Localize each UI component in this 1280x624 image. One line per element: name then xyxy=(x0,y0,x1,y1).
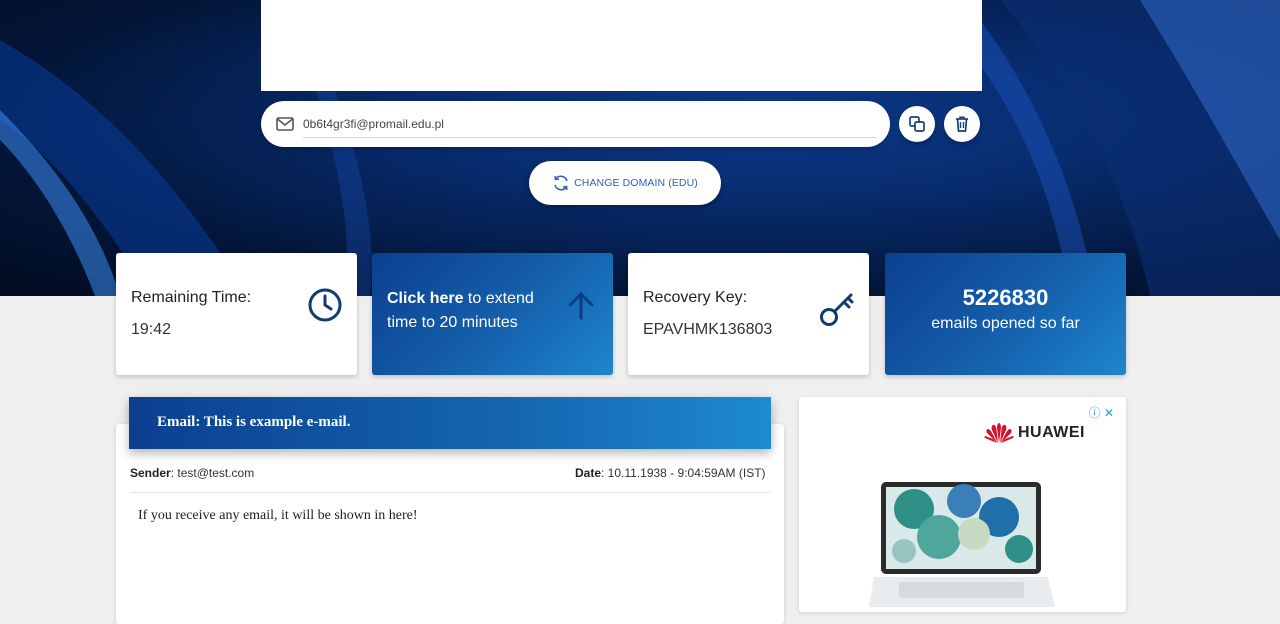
sender-label: Sender xyxy=(130,466,171,480)
extend-time-bold[interactable]: Click here xyxy=(387,290,463,307)
date-value: : 10.11.1938 - 9:04:59AM (IST) xyxy=(601,466,766,480)
recovery-key-card: Recovery Key: EPAVHMK136803 xyxy=(628,253,869,375)
email-subject-header: Email: This is example e-mail. xyxy=(129,397,771,449)
extend-time-card[interactable]: Click here to extend time to 20 minutes xyxy=(372,253,613,375)
huawei-logo-icon xyxy=(984,423,1014,443)
emails-opened-label: emails opened so far xyxy=(931,315,1080,332)
email-subject: Email: This is example e-mail. xyxy=(157,414,351,430)
sender-value: : test@test.com xyxy=(170,466,255,480)
recovery-key-label: Recovery Key: xyxy=(643,289,748,306)
ad-choices-close[interactable]: ⓘ ✕ xyxy=(1089,404,1114,421)
email-viewer-panel xyxy=(116,424,784,624)
email-date: Date: 10.11.1938 - 9:04:59AM (IST) xyxy=(575,466,766,480)
mail-icon xyxy=(276,117,294,131)
email-address-text[interactable]: 0b6t4gr3fi@promail.edu.pl xyxy=(303,117,444,131)
ad-brand: HUAWEI xyxy=(984,422,1085,444)
email-field-underline xyxy=(303,137,876,138)
delete-button[interactable] xyxy=(944,106,980,142)
email-sender: Sender: test@test.com xyxy=(130,466,254,480)
remaining-time-value: 19:42 xyxy=(131,321,172,338)
tablet-product-image xyxy=(869,482,1055,607)
advertisement[interactable]: ⓘ ✕ HUAWEI xyxy=(799,397,1126,612)
email-meta-divider xyxy=(130,492,771,493)
recovery-key-value[interactable]: EPAVHMK136803 xyxy=(643,321,772,339)
remaining-time-card: Remaining Time: 19:42 xyxy=(116,253,357,375)
copy-button[interactable] xyxy=(899,106,935,142)
emails-opened-count: 5226830 xyxy=(962,285,1049,310)
emails-opened-card: 5226830 emails opened so far xyxy=(885,253,1126,375)
key-icon xyxy=(820,293,854,326)
remaining-time-label: Remaining Time: xyxy=(131,289,252,306)
hero-white-card xyxy=(261,0,982,91)
ad-brand-name: HUAWEI xyxy=(1018,424,1085,441)
arrow-up-icon xyxy=(568,291,594,320)
extend-time-text[interactable]: Click here to extend time to 20 minutes xyxy=(387,287,557,335)
date-label: Date xyxy=(575,466,602,480)
email-address-field[interactable]: 0b6t4gr3fi@promail.edu.pl xyxy=(261,101,890,147)
refresh-icon xyxy=(554,175,568,191)
copy-icon xyxy=(909,116,925,132)
change-domain-label: CHANGE DOMAIN (EDU) xyxy=(574,177,698,189)
trash-icon xyxy=(956,116,968,132)
email-body: If you receive any email, it will be sho… xyxy=(138,508,418,523)
change-domain-button[interactable]: CHANGE DOMAIN (EDU) xyxy=(529,161,721,205)
clock-icon xyxy=(308,288,342,322)
